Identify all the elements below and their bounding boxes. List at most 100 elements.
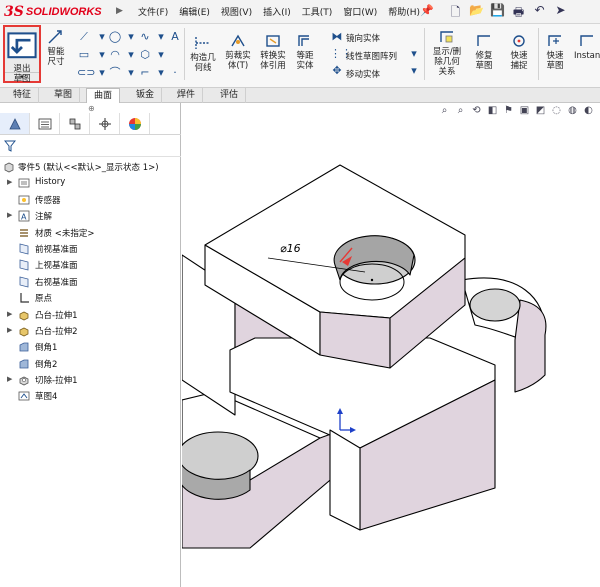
offset-entities-label: 等距实体	[296, 51, 314, 71]
circle-icon[interactable]: ◯	[108, 30, 122, 44]
spline-dropdown-icon[interactable]: ▾	[154, 30, 168, 44]
tree-item-boss-extrude1[interactable]: ▶ 凸台-拉伸1	[0, 307, 181, 323]
expand-arrow-icon[interactable]: ▶	[7, 310, 12, 318]
filter-bar[interactable]	[0, 137, 181, 157]
instant2d-button[interactable]: Instan	[574, 32, 600, 61]
menu-file[interactable]: 文件(F)	[138, 5, 168, 18]
ribbon-separator	[184, 28, 185, 80]
tree-item-sketch4[interactable]: 草图4	[0, 388, 181, 404]
spline-icon[interactable]: ∿	[138, 30, 152, 44]
exit-sketch-dropdown-icon[interactable]: ▾	[5, 72, 39, 81]
convert-entities-button[interactable]: 转换实体引用	[256, 32, 290, 71]
logo-menu-arrow-icon[interactable]: ▶	[116, 6, 123, 16]
undo-icon[interactable]: ↶	[531, 3, 548, 21]
graphics-area[interactable]: ⌕ ⌕ ⟲ ◧ ⚑ ▣ ◩ ◌ ◍ ◐ ▦ ▶	[182, 103, 600, 587]
new-document-icon[interactable]: 🗋	[447, 3, 464, 21]
linear-pattern-dropdown-icon[interactable]: ▾	[407, 47, 421, 61]
panel-drag-handle[interactable]: ⊕	[88, 104, 95, 113]
configuration-manager-tab[interactable]	[60, 113, 90, 134]
dimxpert-manager-tab[interactable]	[90, 113, 120, 134]
display-pie-icon	[128, 117, 141, 130]
tab-sheet-metal[interactable]: 钣金	[129, 88, 163, 103]
tree-item-chamfer2[interactable]: 倒角2	[0, 356, 181, 372]
tree-root[interactable]: 零件5 (默认<<默认>_显示状态 1>)	[0, 159, 181, 175]
tree-item-history[interactable]: ▶ History	[0, 175, 181, 191]
mirror-entities-label[interactable]: 镜向实体	[346, 32, 380, 44]
tree-item-label: 右视基准面	[35, 277, 78, 288]
menu-view[interactable]: 视图(V)	[221, 5, 252, 18]
menu-help[interactable]: 帮助(H)	[388, 5, 420, 18]
rectangle-icon[interactable]: ▭	[77, 48, 91, 62]
tree-item-sensors[interactable]: 传感器	[0, 192, 181, 208]
property-manager-tab[interactable]	[30, 113, 60, 134]
display-manager-tab[interactable]	[120, 113, 150, 134]
tree-item-right-plane[interactable]: 右视基准面	[0, 274, 181, 290]
tab-weldments[interactable]: 焊件	[170, 88, 204, 103]
mirror-entities-icon[interactable]: ⧓	[330, 30, 344, 44]
arc-dropdown-icon[interactable]: ▾	[124, 48, 138, 62]
line-icon[interactable]: ⟋	[77, 30, 91, 44]
tree-item-boss-extrude2[interactable]: ▶ 凸台-拉伸2	[0, 323, 181, 339]
tree-item-origin[interactable]: 原点	[0, 290, 181, 306]
save-icon[interactable]: 💾	[489, 3, 506, 21]
move-entities-label[interactable]: 移动实体	[346, 68, 380, 80]
sensor-icon	[18, 195, 30, 205]
tree-item-cut-extrude1[interactable]: ▶ 切除-拉伸1	[0, 372, 181, 388]
display-relations-button[interactable]: 显示/删除几何关系	[429, 28, 465, 77]
sketch-fillet-dropdown-icon[interactable]: ▾	[154, 66, 168, 80]
tree-item-label: 草图4	[35, 392, 58, 403]
menu-insert[interactable]: 插入(I)	[263, 5, 291, 18]
menu-tools[interactable]: 工具(T)	[302, 5, 333, 18]
rectangle-dropdown-icon[interactable]: ▾	[95, 48, 109, 62]
construction-geometry-button[interactable]: 构造几何线	[188, 34, 218, 73]
construction-geometry-icon	[195, 37, 210, 49]
arc-icon[interactable]: ◠	[108, 48, 122, 62]
fillet-icon[interactable]: ⌒	[108, 66, 122, 80]
tree-item-top-plane[interactable]: 上视基准面	[0, 257, 181, 273]
expand-arrow-icon[interactable]: ▶	[7, 375, 12, 383]
smart-dimension-button[interactable]: 智能尺寸	[42, 28, 70, 67]
open-folder-icon[interactable]: 📂	[468, 3, 485, 21]
tree-item-chamfer1[interactable]: 倒角1	[0, 339, 181, 355]
pin-icon[interactable]: 📌	[420, 4, 434, 17]
linear-pattern-label[interactable]: 线性草图阵列	[346, 50, 397, 62]
line-dropdown-icon[interactable]: ▾	[95, 30, 109, 44]
point-icon[interactable]: ·	[168, 66, 182, 80]
solidworks-logo[interactable]: 3S SOLIDWORKS	[4, 3, 102, 21]
move-entities-dropdown-icon[interactable]: ▾	[407, 64, 421, 78]
tab-features[interactable]: 特征	[6, 88, 40, 103]
filter-icon[interactable]	[4, 140, 16, 152]
expand-arrow-icon[interactable]: ▶	[7, 178, 12, 186]
select-arrow-icon[interactable]: ➤	[552, 3, 569, 21]
sketch-fillet-icon[interactable]: ⌐	[138, 66, 152, 80]
polygon-icon[interactable]: ⬡	[138, 48, 152, 62]
feature-manager-tab[interactable]	[0, 113, 30, 134]
linear-pattern-icon[interactable]: ⋮⋮	[330, 47, 352, 61]
quick-snaps-button[interactable]: 快速捕捉	[504, 32, 534, 71]
expand-arrow-icon[interactable]: ▶	[7, 326, 12, 334]
slot-dropdown-icon[interactable]: ▾	[95, 66, 109, 80]
tree-item-front-plane[interactable]: 前视基准面	[0, 241, 181, 257]
menu-window[interactable]: 窗口(W)	[343, 5, 377, 18]
trim-entities-button[interactable]: 剪裁实体(T)	[222, 32, 254, 71]
fillet-dropdown-icon[interactable]: ▾	[124, 66, 138, 80]
exit-sketch-button[interactable]: 退出草图 ▾	[3, 25, 41, 84]
slot-icon[interactable]: ⊂⊃	[77, 66, 95, 80]
repair-sketch-button[interactable]: 修复草图	[470, 32, 498, 71]
menu-edit[interactable]: 编辑(E)	[179, 5, 210, 18]
move-entities-icon[interactable]: ✥	[330, 64, 344, 78]
print-icon[interactable]: 🖶	[510, 3, 527, 21]
circle-dropdown-icon[interactable]: ▾	[124, 30, 138, 44]
tab-sketch[interactable]: 草图	[47, 88, 81, 103]
polygon-dropdown-icon[interactable]: ▾	[154, 48, 168, 62]
tab-surfaces[interactable]: 曲面	[86, 88, 121, 103]
text-a-icon[interactable]: A	[168, 30, 182, 44]
tree-item-material[interactable]: 材质 <未指定>	[0, 225, 181, 241]
display-relations-icon	[440, 31, 453, 43]
tree-item-annotations[interactable]: ▶ A 注解	[0, 208, 181, 224]
tab-evaluate[interactable]: 评估	[213, 88, 247, 103]
part-model[interactable]: ⌀16	[182, 103, 600, 587]
offset-entities-button[interactable]: 等距实体	[292, 32, 318, 71]
rapid-sketch-button[interactable]: 快速草图	[541, 32, 569, 71]
expand-arrow-icon[interactable]: ▶	[7, 211, 12, 219]
